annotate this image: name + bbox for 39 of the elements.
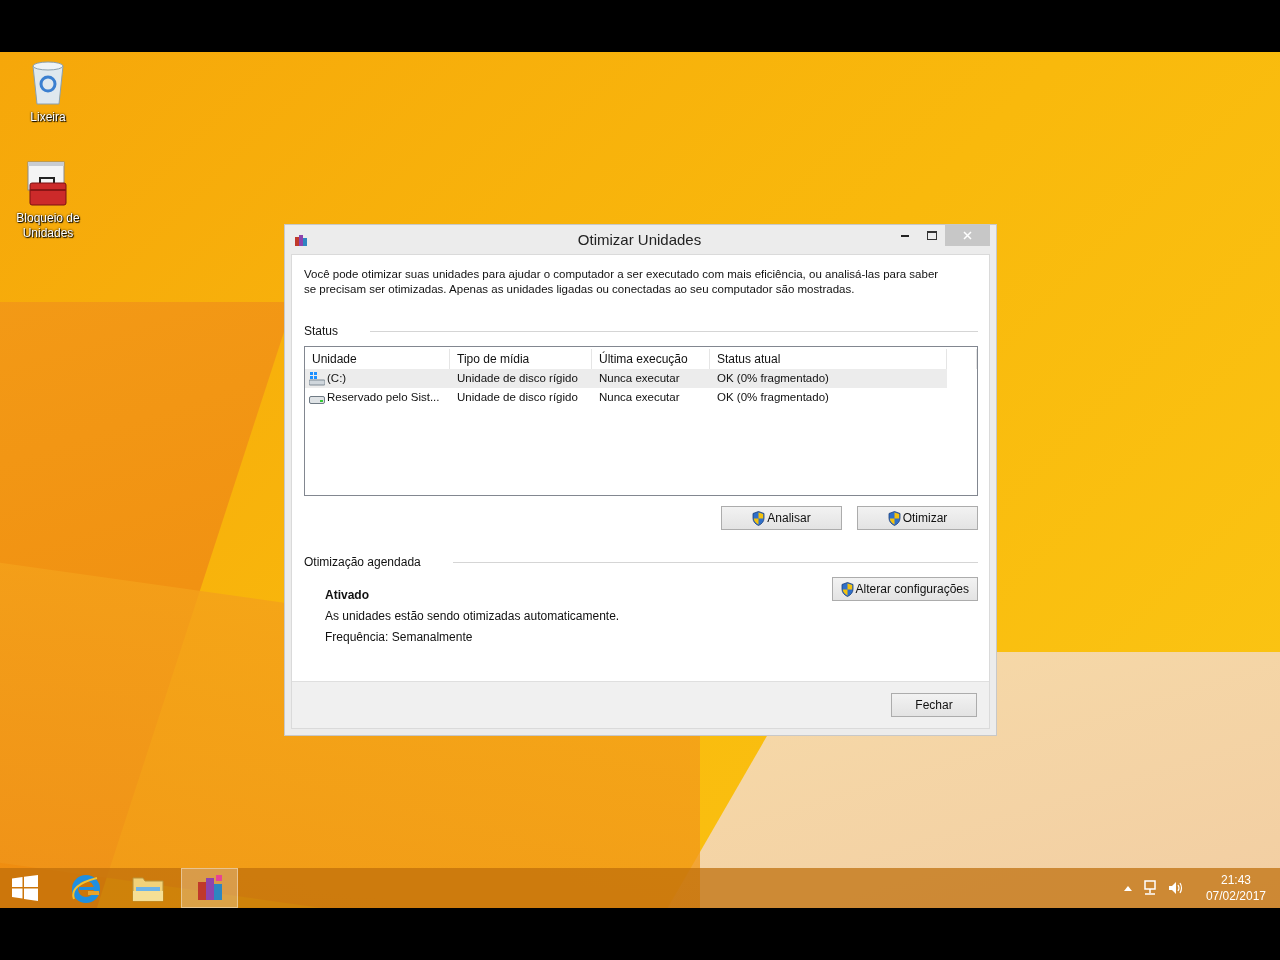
caret-up-icon[interactable] (1123, 885, 1132, 891)
table-cell-text: Unidade de disco rígido (456, 390, 579, 405)
table-cell: Unidade de disco rígido (450, 369, 592, 388)
close-icon (963, 231, 972, 240)
minimize-icon (900, 234, 909, 237)
maximize-icon (926, 231, 937, 240)
schedule-frequency: Frequência: Semanalmente (325, 630, 474, 644)
window-title: Otimizar Unidades (576, 231, 703, 248)
table-cell: OK (0% fragmentado) (710, 369, 947, 388)
toolbox-icon[interactable] (26, 161, 70, 207)
network-icon[interactable] (1141, 880, 1158, 896)
schedule-description: As unidades estão sendo otimizadas automaticamente. (325, 609, 620, 623)
table-cell: Reservado pelo Sist... (305, 388, 450, 407)
browser-e-icon (70, 873, 101, 903)
action-button[interactable]: Analisar (721, 506, 842, 530)
drive-row[interactable]: (C:) Unidade de disco rígido Nunca executar OK (0% fragmentado) (305, 369, 977, 388)
windows-logo-icon (12, 875, 38, 901)
schedule-state: Ativado (325, 588, 370, 602)
table-cell: (C:) (305, 369, 450, 388)
shield-icon (840, 581, 854, 597)
table-cell-text: OK (0% fragmentado) (716, 390, 830, 405)
taskbar-app[interactable] (181, 868, 238, 908)
change-settings-button[interactable]: Alterar configurações (831, 577, 978, 601)
action-button[interactable]: Otimizar (857, 506, 978, 530)
table-cell: Nunca executar (592, 369, 710, 388)
description-text: Você pode otimizar suas unidades para ajudar o computador a ser executado com mais eficiência, ou analisá-las para saber se precisam ser otimizadas. Apenas as unidades ligadas ou conectadas ao seu computador são mostradas. (304, 267, 940, 297)
recycle-bin-icon[interactable] (30, 60, 66, 106)
shield-icon (887, 510, 901, 526)
section-label: Otimização agendada (304, 555, 421, 569)
speaker-icon[interactable] (1167, 880, 1184, 896)
folder-icon (131, 874, 164, 902)
defrag-app-icon (195, 874, 224, 902)
system-drive-icon (309, 371, 325, 386)
section-label: Status (304, 324, 339, 338)
close-dialog-button[interactable]: Fechar (891, 693, 977, 717)
drive-row[interactable]: Reservado pelo Sist... Unidade de disco rígido Nunca executar OK (0% fragmentado) (305, 388, 977, 407)
table-cell-text: Nunca executar (598, 390, 681, 405)
defrag-app-icon (294, 232, 308, 247)
shield-icon (752, 510, 766, 526)
